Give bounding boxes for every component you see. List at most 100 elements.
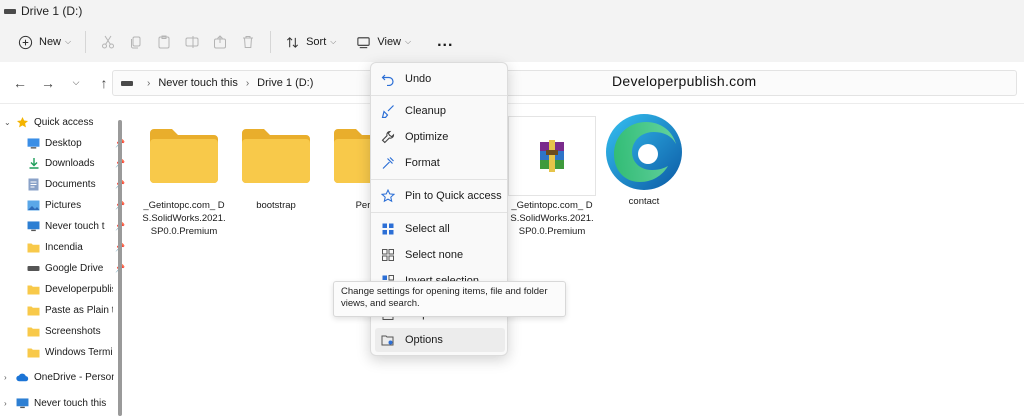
sidebar-item-paste-as-plain[interactable]: Paste as Plain te — [27, 300, 113, 320]
sidebar-item-quick-access[interactable]: ⌄ Quick access — [0, 112, 93, 132]
sidebar-item-label: Google Drive — [45, 262, 104, 274]
menu-item-pin-quick-access[interactable]: Pin to Quick access — [375, 184, 505, 208]
options-tooltip: Change settings for opening items, file … — [333, 281, 566, 317]
scissors-icon — [100, 34, 116, 50]
sidebar-item-label: Windows Termin — [45, 346, 113, 358]
sidebar-item-this-pc[interactable]: › Never touch this — [0, 393, 106, 413]
copy-button[interactable] — [122, 27, 150, 57]
menu-item-optimize[interactable]: Optimize — [375, 125, 505, 149]
menu-divider — [371, 179, 507, 180]
file-name: _Getintopc.com_ DS.SolidWorks.2021.SP0.0… — [510, 200, 594, 237]
folder-icon — [27, 283, 40, 296]
new-button-label: New — [39, 36, 62, 48]
folder-icon — [232, 116, 320, 196]
sidebar-item-incendia[interactable]: Incendia 📌 — [27, 237, 125, 257]
chevron-right-icon[interactable]: › — [4, 399, 16, 408]
new-button[interactable]: New ⌵ — [12, 27, 77, 57]
menu-divider — [371, 95, 507, 96]
menu-item-options[interactable]: Options — [375, 328, 505, 352]
menu-item-undo[interactable]: Undo — [375, 67, 505, 91]
address-bar[interactable]: › Never touch this › Drive 1 (D:) — [112, 70, 1017, 96]
select-none-icon — [381, 248, 395, 262]
menu-item-label: Options — [405, 334, 443, 346]
wrench-icon — [381, 130, 395, 144]
sidebar-item-developerpublish[interactable]: Developerpublis — [27, 279, 113, 299]
sidebar-item-google-drive[interactable]: Google Drive 📌 — [27, 258, 125, 278]
monitor-icon — [27, 220, 40, 233]
view-button[interactable]: View ⌵ — [350, 27, 417, 57]
command-bar: New ⌵ Sort ⌵ View ⌵ ... — [0, 22, 1024, 62]
sidebar-item-pictures[interactable]: Pictures 📌 — [27, 195, 125, 215]
sidebar-item-onedrive[interactable]: › OneDrive - Person — [0, 367, 114, 387]
forward-button[interactable]: → — [36, 71, 60, 95]
sidebar-item-label: Documents — [45, 178, 96, 190]
sidebar-item-label: Never touch t — [45, 220, 105, 232]
file-item[interactable]: contact — [600, 112, 688, 208]
plus-circle-icon — [18, 35, 33, 50]
sidebar-item-label: Desktop — [45, 137, 82, 149]
view-button-label: View — [377, 36, 402, 48]
file-name: _Getintopc.com_ DS.SolidWorks.2021.SP0.0… — [142, 200, 226, 237]
share-icon — [212, 34, 228, 50]
file-item[interactable]: bootstrap — [232, 116, 320, 212]
drive-icon — [4, 8, 16, 14]
sort-button[interactable]: Sort ⌵ — [279, 27, 342, 57]
chevron-right-icon[interactable]: › — [4, 373, 16, 382]
monitor-icon — [16, 397, 29, 410]
rename-button[interactable] — [178, 27, 206, 57]
sidebar-item-desktop[interactable]: Desktop 📌 — [27, 133, 125, 153]
menu-item-select-none[interactable]: Select none — [375, 243, 505, 267]
watermark-text: Developerpublish.com — [612, 73, 757, 89]
menu-divider — [371, 212, 507, 213]
download-icon — [27, 157, 40, 170]
menu-item-format[interactable]: Format — [375, 151, 505, 175]
folder-icon — [27, 325, 40, 338]
sidebar-item-downloads[interactable]: Downloads 📌 — [27, 153, 125, 173]
arrow-left-icon: ← — [13, 74, 27, 91]
toolbar-divider — [270, 31, 272, 53]
delete-button[interactable] — [234, 27, 262, 57]
see-more-button[interactable]: ... — [431, 27, 459, 57]
chevron-down-icon: ⌵ — [65, 37, 72, 46]
view-icon — [356, 35, 371, 50]
folder-icon — [140, 116, 228, 196]
recent-locations-button[interactable]: ⌵ — [64, 71, 88, 95]
arrow-up-icon: ↑ — [100, 74, 108, 91]
breadcrumb-item[interactable]: Never touch this — [158, 77, 237, 89]
menu-item-label: Undo — [405, 73, 432, 85]
sidebar-item-screenshots[interactable]: Screenshots — [27, 321, 113, 341]
window-title: Drive 1 (D:) — [21, 4, 83, 18]
chevron-down-icon: ⌵ — [405, 37, 412, 46]
file-name: contact — [628, 196, 660, 207]
menu-item-select-all[interactable]: Select all — [375, 217, 505, 241]
folder-icon — [27, 346, 40, 359]
trash-icon — [240, 34, 256, 50]
share-button[interactable] — [206, 27, 234, 57]
navigation-pane: ⌄ Quick access Desktop 📌 Downloads 📌 Doc… — [0, 104, 125, 416]
breadcrumb-separator-icon: › — [245, 77, 250, 89]
sidebar-item-windows-terminal[interactable]: Windows Termin — [27, 342, 113, 362]
scrollbar-thumb[interactable] — [118, 120, 122, 416]
file-item[interactable]: _Getintopc.com_ DS.SolidWorks.2021.SP0.0… — [140, 116, 228, 238]
sidebar-scrollbar[interactable] — [118, 120, 122, 416]
sort-button-label: Sort — [306, 36, 327, 48]
arrow-right-icon: → — [41, 74, 55, 91]
options-icon — [381, 333, 395, 347]
cut-button[interactable] — [94, 27, 122, 57]
sidebar-item-documents[interactable]: Documents 📌 — [27, 174, 125, 194]
sidebar-item-label: Pictures — [45, 199, 82, 211]
folder-icon — [27, 241, 40, 254]
menu-item-label: Select none — [405, 249, 464, 261]
more-icon: ... — [437, 33, 454, 50]
sidebar-item-never-touch[interactable]: Never touch t 📌 — [27, 216, 125, 236]
sidebar-item-label: Never touch this — [34, 397, 107, 409]
paste-button[interactable] — [150, 27, 178, 57]
pictures-icon — [27, 199, 40, 212]
menu-item-cleanup[interactable]: Cleanup — [375, 99, 505, 123]
file-item[interactable]: _Getintopc.com_ DS.SolidWorks.2021.SP0.0… — [508, 116, 596, 238]
breadcrumb-item[interactable]: Drive 1 (D:) — [257, 77, 313, 89]
file-name: bootstrap — [256, 200, 296, 211]
chevron-down-icon[interactable]: ⌄ — [4, 118, 16, 127]
format-icon — [381, 156, 395, 170]
back-button[interactable]: ← — [8, 71, 32, 95]
